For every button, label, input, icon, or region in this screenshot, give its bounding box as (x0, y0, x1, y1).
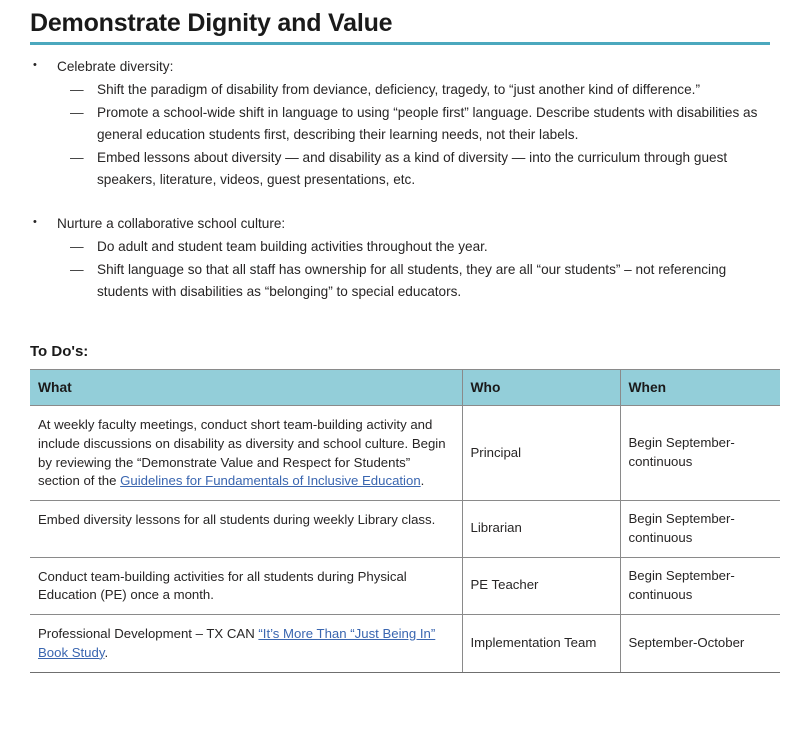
sub-bullet-item: — Promote a school-wide shift in languag… (30, 102, 770, 146)
column-header-what: What (30, 369, 462, 407)
bullet-group: • Celebrate diversity: — Shift the parad… (30, 56, 770, 191)
bullet-item: • Nurture a collaborative school culture… (30, 213, 770, 235)
cell-who: Librarian (461, 500, 620, 558)
todo-table-body: At weekly faculty meetings, conduct shor… (30, 405, 780, 673)
sub-bullet-text: Shift the paradigm of disability from de… (97, 82, 700, 98)
dash-marker-icon: — (70, 262, 84, 278)
cell-what: Conduct team-building activities for all… (30, 557, 462, 616)
bullet-item: • Celebrate diversity: (30, 56, 770, 78)
title-divider-rule (30, 42, 770, 45)
bullet-marker-icon: • (33, 59, 37, 71)
dash-marker-icon: — (70, 105, 84, 121)
column-header-who: Who (461, 369, 620, 407)
cell-what-text-after: . (104, 644, 109, 660)
todo-section-heading: To Do's: (30, 343, 89, 361)
sub-bullet-text: Embed lessons about diversity — and disa… (97, 150, 728, 188)
todo-table-header: What Who When (30, 369, 780, 407)
page-title: Demonstrate Dignity and Value (30, 9, 393, 37)
document-page: Demonstrate Dignity and Value • Celebrat… (0, 0, 800, 750)
sub-bullet-text: Promote a school-wide shift in language … (97, 105, 758, 143)
table-header-row: What Who When (30, 369, 780, 407)
table-row: Professional Development – TX CAN “It’s … (30, 614, 780, 673)
sub-bullet-item: — Shift the paradigm of disability from … (30, 79, 770, 101)
cell-when: Begin September-continuous (619, 500, 780, 558)
guidelines-link[interactable]: Guidelines for Fundamentals of Inclusive… (120, 473, 421, 488)
sub-bullet-item: — Embed lessons about diversity — and di… (30, 147, 770, 191)
cell-what-text-before: Conduct team-building activities for all… (38, 568, 407, 603)
bullet-marker-icon: • (33, 216, 37, 229)
cell-what-text-after: . (420, 473, 425, 489)
column-header-when: When (619, 369, 780, 407)
cell-who: Implementation Team (461, 614, 620, 673)
bullet-heading-text: Celebrate diversity: (57, 59, 174, 74)
dash-marker-icon: — (70, 82, 84, 98)
todo-table: What Who When At weekly faculty meetings… (30, 369, 780, 673)
cell-when: Begin September-continuous (619, 405, 780, 502)
bullet-heading-text: Nurture a collaborative school culture: (57, 216, 286, 232)
cell-who: Principal (461, 405, 620, 502)
cell-what: Embed diversity lessons for all students… (30, 500, 462, 558)
dash-marker-icon: — (70, 150, 84, 166)
dash-marker-icon: — (70, 239, 84, 255)
bullet-group: • Nurture a collaborative school culture… (30, 213, 770, 303)
cell-when: Begin September-continuous (619, 557, 780, 616)
cell-who: PE Teacher (461, 557, 620, 616)
cell-what-text-before: Professional Development – TX CAN (38, 626, 259, 642)
table-row: Embed diversity lessons for all students… (30, 500, 780, 558)
cell-what-text-before: Embed diversity lessons for all students… (38, 512, 436, 528)
sub-bullet-item: — Do adult and student team building act… (30, 236, 770, 258)
bullet-content: • Celebrate diversity: — Shift the parad… (30, 56, 770, 303)
cell-what: Professional Development – TX CAN “It’s … (30, 614, 462, 673)
sub-bullet-text: Do adult and student team building activ… (97, 239, 488, 255)
sub-bullet-item: — Shift language so that all staff has o… (30, 259, 770, 303)
cell-what: At weekly faculty meetings, conduct shor… (30, 405, 462, 502)
cell-when: September-October (619, 614, 780, 673)
table-row: Conduct team-building activities for all… (30, 557, 780, 616)
table-row: At weekly faculty meetings, conduct shor… (30, 405, 780, 502)
sub-bullet-text: Shift language so that all staff has own… (97, 262, 727, 300)
